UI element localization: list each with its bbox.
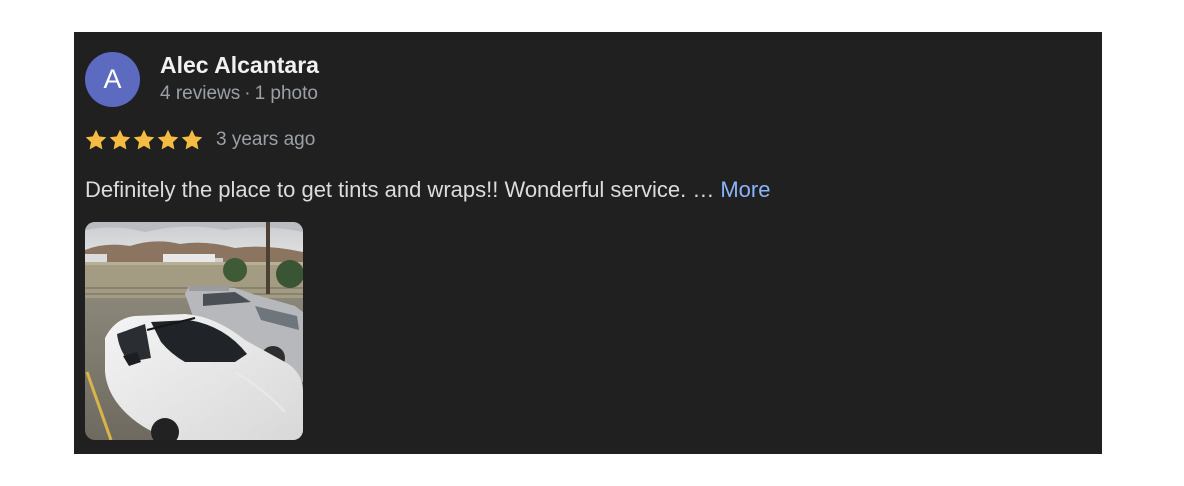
star-icon xyxy=(85,129,107,150)
star-icon xyxy=(157,129,179,150)
reviewer-avatar[interactable]: A xyxy=(85,52,140,107)
reviewer-name[interactable]: Alec Alcantara xyxy=(160,52,319,79)
star-rating xyxy=(84,126,204,154)
review-text: Definitely the place to get tints and wr… xyxy=(85,177,715,202)
star-icon xyxy=(181,129,203,150)
meta-separator: · xyxy=(244,83,251,104)
star-icon xyxy=(109,129,131,150)
photos-count: 1 photo xyxy=(254,83,318,104)
reviewer-meta: 4 reviews · 1 photo xyxy=(160,83,318,105)
review-text-container: Definitely the place to get tints and wr… xyxy=(85,177,770,203)
review-card: A Alec Alcantara 4 reviews · 1 photo 3 yea… xyxy=(74,32,1102,454)
more-link[interactable]: More xyxy=(720,177,770,202)
car-photo-image xyxy=(85,222,303,440)
reviews-count: 4 reviews xyxy=(160,83,241,104)
review-photo[interactable] xyxy=(85,222,303,440)
avatar-letter: A xyxy=(103,64,122,94)
star-icon xyxy=(133,129,155,150)
review-time: 3 years ago xyxy=(216,129,316,150)
